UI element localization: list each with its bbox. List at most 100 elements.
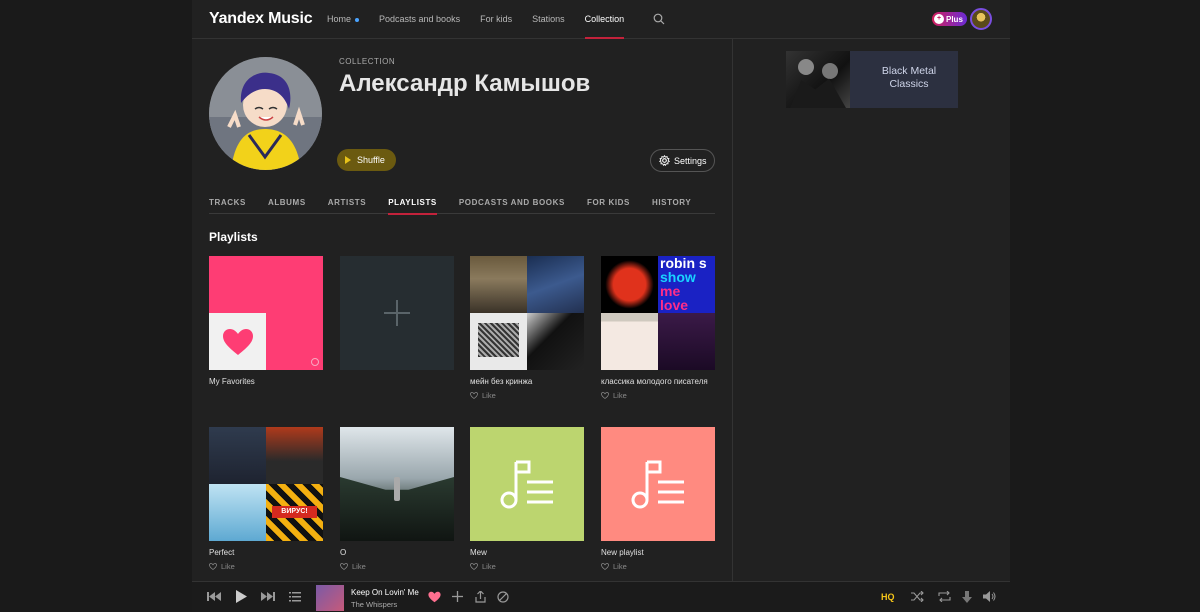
- track-artist[interactable]: The Whispers: [351, 600, 397, 609]
- playlist-cover[interactable]: [601, 427, 715, 541]
- heart-icon: [222, 328, 253, 355]
- app-window: Yandex Music Home Podcasts and books For…: [192, 0, 1010, 612]
- favorites-heart-tile: [209, 313, 266, 370]
- heart-outline-icon: [470, 563, 478, 570]
- play-icon: [345, 156, 351, 164]
- like-label: Like: [613, 562, 627, 571]
- dislike-icon[interactable]: [962, 591, 972, 603]
- tab-history[interactable]: HISTORY: [652, 193, 691, 214]
- top-header: Yandex Music Home Podcasts and books For…: [192, 0, 1010, 39]
- like-label: Like: [221, 562, 235, 571]
- playlist-title[interactable]: классика молодого писателя: [601, 377, 715, 386]
- like-track-icon[interactable]: [428, 591, 441, 603]
- playlist-cover[interactable]: [209, 427, 323, 541]
- heart-outline-icon: [601, 563, 609, 570]
- track-title[interactable]: Keep On Lovin' Me: [351, 588, 419, 597]
- cover-text-line: love: [660, 297, 689, 313]
- cover-text-line: show: [660, 269, 696, 285]
- playlist-card-favorites[interactable]: My Favorites: [209, 256, 323, 386]
- ad-image: [786, 51, 850, 108]
- tab-albums[interactable]: ALBUMS: [268, 193, 306, 214]
- shuffle-icon[interactable]: [911, 591, 924, 602]
- track-cover[interactable]: [316, 585, 344, 611]
- like-button[interactable]: Like: [209, 562, 323, 571]
- nav-stations[interactable]: Stations: [532, 0, 565, 39]
- nav-collection[interactable]: Collection: [584, 0, 624, 39]
- playlist-cover[interactable]: [340, 427, 454, 541]
- cover-tile: [658, 313, 715, 370]
- previous-icon[interactable]: [207, 591, 221, 602]
- tab-playlists[interactable]: PLAYLISTS: [388, 193, 437, 215]
- heart-outline-icon: [209, 563, 217, 570]
- plus-icon: +: [934, 14, 944, 24]
- next-icon[interactable]: [261, 591, 275, 602]
- collection-tabs: TRACKS ALBUMS ARTISTS PLAYLISTS PODCASTS…: [209, 193, 715, 215]
- right-sidebar: Black Metal Classics: [732, 39, 1010, 612]
- heart-outline-icon: [601, 392, 609, 399]
- new-content-dot: [355, 17, 360, 22]
- playlist-cover[interactable]: robin s show me love: [601, 256, 715, 370]
- cover-tile: [601, 313, 658, 370]
- like-button[interactable]: Like: [470, 562, 584, 571]
- check-icon: [311, 358, 319, 366]
- search-icon[interactable]: [653, 13, 665, 25]
- like-label: Like: [482, 562, 496, 571]
- playlist-cover[interactable]: [470, 256, 584, 370]
- playlist-card-mew[interactable]: Mew Like: [470, 427, 584, 571]
- hq-toggle[interactable]: HQ: [881, 592, 895, 602]
- nav-home[interactable]: Home: [327, 0, 360, 39]
- user-avatar[interactable]: [970, 8, 992, 30]
- cover-tile: [470, 313, 527, 370]
- queue-icon[interactable]: [289, 591, 301, 602]
- shuffle-button[interactable]: Shuffle: [337, 149, 396, 171]
- playlist-card-o[interactable]: O Like: [340, 427, 454, 571]
- playlist-card-new[interactable]: New playlist Like: [601, 427, 715, 571]
- cover-tile: [209, 427, 266, 484]
- cover-text-line: robin s: [660, 256, 707, 271]
- main-nav: Home Podcasts and books For kids Station…: [327, 0, 644, 39]
- repeat-icon[interactable]: [938, 591, 951, 602]
- playlist-card-main[interactable]: мейн без кринжа Like: [470, 256, 584, 400]
- create-playlist-button[interactable]: [340, 256, 454, 370]
- nav-for-kids[interactable]: For kids: [480, 0, 512, 39]
- playlist-title[interactable]: New playlist: [601, 548, 715, 557]
- playlist-title[interactable]: мейн без кринжа: [470, 377, 584, 386]
- player-bar: Keep On Lovin' Me The Whispers HQ: [192, 581, 1010, 612]
- like-button[interactable]: Like: [601, 562, 715, 571]
- add-icon[interactable]: [452, 591, 463, 602]
- volume-icon[interactable]: [983, 591, 996, 602]
- nav-podcasts[interactable]: Podcasts and books: [379, 0, 460, 39]
- playlist-title[interactable]: Mew: [470, 548, 584, 557]
- playlist-card-perfect[interactable]: Perfect Like: [209, 427, 323, 571]
- cover-tile: [266, 484, 323, 541]
- create-playlist-card[interactable]: [340, 256, 454, 370]
- cover-tile: robin s show me love: [658, 256, 715, 313]
- like-label: Like: [613, 391, 627, 400]
- settings-button[interactable]: Settings: [650, 149, 715, 172]
- playlist-title[interactable]: Perfect: [209, 548, 323, 557]
- app-logo[interactable]: Yandex Music: [209, 10, 313, 28]
- cover-tile: [601, 256, 658, 313]
- play-icon[interactable]: [236, 590, 247, 603]
- like-label: Like: [482, 391, 496, 400]
- plus-badge[interactable]: + Plus: [932, 12, 967, 26]
- playlist-cover[interactable]: [470, 427, 584, 541]
- like-button[interactable]: Like: [470, 391, 584, 400]
- cover-tile: [209, 484, 266, 541]
- tab-tracks[interactable]: TRACKS: [209, 193, 246, 214]
- tab-for-kids[interactable]: FOR KIDS: [587, 193, 630, 214]
- share-icon[interactable]: [475, 591, 486, 603]
- collection-label: COLLECTION: [339, 57, 396, 66]
- profile-avatar: [209, 57, 322, 170]
- block-icon[interactable]: [497, 591, 509, 603]
- tab-podcasts-and-books[interactable]: PODCASTS AND BOOKS: [459, 193, 565, 214]
- playlist-cover[interactable]: [209, 256, 323, 370]
- playlist-title[interactable]: My Favorites: [209, 377, 323, 386]
- playlist-title[interactable]: O: [340, 548, 454, 557]
- like-button[interactable]: Like: [340, 562, 454, 571]
- tab-artists[interactable]: ARTISTS: [328, 193, 366, 214]
- like-button[interactable]: Like: [601, 391, 715, 400]
- cover-tile: [470, 256, 527, 313]
- ad-banner[interactable]: Black Metal Classics: [786, 51, 958, 108]
- playlist-card-classics[interactable]: robin s show me love классика молодого п…: [601, 256, 715, 400]
